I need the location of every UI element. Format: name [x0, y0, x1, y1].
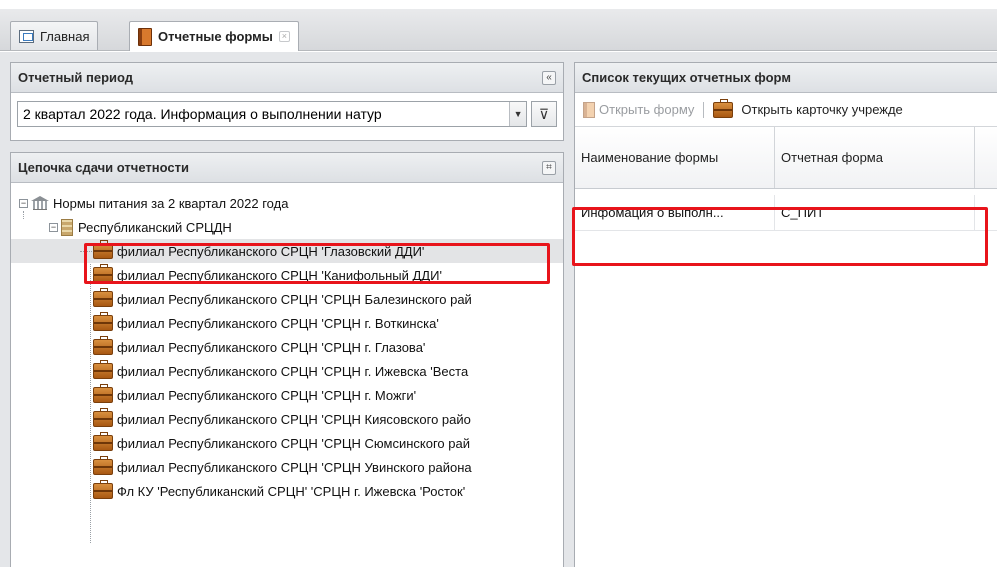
tree-item-label: филиал Республиканского СРЦН 'СРЦН Киясо…: [117, 411, 471, 427]
report-period-header: Отчетный период «: [11, 63, 563, 93]
tree-item-label: филиал Республиканского СРЦН 'Глазовский…: [117, 243, 425, 259]
report-period-title: Отчетный период: [18, 70, 134, 85]
reporting-chain-title: Цепочка сдачи отчетности: [18, 160, 189, 175]
tree-item[interactable]: филиал Республиканского СРЦН 'СРЦН Увинс…: [11, 455, 563, 479]
tab-home[interactable]: Главная: [10, 21, 99, 50]
cell-report-form: С_ПИТ: [775, 195, 975, 230]
tree-item[interactable]: филиал Республиканского СРЦН 'СРЦН г. Иж…: [11, 359, 563, 383]
tab-report-forms[interactable]: Отчетные формы ×: [129, 21, 299, 51]
open-institution-card-button[interactable]: Открыть карточку учрежде: [713, 98, 903, 118]
open-institution-card-label: Открыть карточку учрежде: [741, 102, 903, 117]
collapse-icon[interactable]: −: [49, 222, 58, 232]
briefcase-icon: [93, 288, 113, 307]
briefcase-icon: [93, 480, 113, 499]
institution-icon: [31, 196, 49, 210]
tree-item-label: филиал Республиканского СРЦН 'СРЦН г. Иж…: [117, 363, 469, 379]
collapse-icon[interactable]: −: [19, 198, 28, 208]
grid-header: Наименование формы Отчетная форма: [575, 127, 997, 189]
tree-node-root[interactable]: − Нормы питания за 2 квартал 2022 года: [11, 191, 563, 215]
briefcase-icon: [93, 312, 113, 331]
tree-item-label: филиал Республиканского СРЦН 'СРЦН г. Гл…: [117, 339, 426, 355]
tree-item[interactable]: филиал Республиканского СРЦН 'СРЦН г. Гл…: [11, 335, 563, 359]
book-icon: [583, 101, 595, 118]
home-icon: [19, 29, 34, 43]
book-icon: [138, 27, 152, 46]
toolbar-divider: [703, 101, 705, 118]
briefcase-icon: [93, 408, 113, 427]
column-header-form-name[interactable]: Наименование формы: [575, 127, 775, 188]
tree-item[interactable]: филиал Республиканского СРЦН 'Глазовский…: [11, 239, 563, 263]
cell-form-name: Инфомация о выполн...: [575, 195, 775, 230]
open-form-label: Открыть форму: [599, 102, 695, 117]
tree-item-label: филиал Республиканского СРЦН 'Канифольны…: [117, 267, 442, 283]
report-period-value: 2 квартал 2022 года. Информация о выполн…: [23, 106, 382, 122]
close-tab-icon[interactable]: ×: [278, 31, 290, 42]
filter-button[interactable]: ⊽: [531, 101, 557, 127]
reporting-tree: − Нормы питания за 2 квартал 2022 года −…: [11, 183, 563, 543]
reporting-chain-panel: Цепочка сдачи отчетности ⌗ − Нормы питан…: [10, 152, 564, 567]
briefcase-icon: [93, 336, 113, 355]
report-forms-list-panel: Список текущих отчетных форм Открыть фор…: [574, 62, 997, 567]
tab-bar: Главная Отчетные формы ×: [0, 9, 997, 51]
open-form-button[interactable]: Открыть форму: [583, 101, 695, 118]
tab-report-forms-label: Отчетные формы: [158, 29, 273, 44]
tree-item[interactable]: филиал Республиканского СРЦН 'СРЦН г. Во…: [11, 311, 563, 335]
tree-item-label: Фл КУ 'Республиканский СРЦН' 'СРЦН г. Иж…: [117, 483, 466, 499]
list-toolbar: Открыть форму Открыть карточку учрежде: [575, 93, 997, 127]
collapse-panel-button[interactable]: «: [542, 70, 556, 85]
report-period-panel: Отчетный период « 2 квартал 2022 года. И…: [10, 62, 564, 141]
briefcase-icon: [93, 240, 113, 259]
tree-node-org-label: Республиканский СРЦДН: [78, 219, 232, 235]
report-period-select[interactable]: 2 квартал 2022 года. Информация о выполн…: [17, 101, 528, 127]
briefcase-icon: [93, 456, 113, 475]
tree-item-label: филиал Республиканского СРЦН 'СРЦН г. Мо…: [117, 387, 417, 403]
tree-item-label: филиал Республиканского СРЦН 'СРЦН Сюмси…: [117, 435, 470, 451]
tree-item[interactable]: филиал Республиканского СРЦН 'СРЦН Балез…: [11, 287, 563, 311]
tree-item-label: филиал Республиканского СРЦН 'СРЦН г. Во…: [117, 315, 439, 331]
column-header-report-form[interactable]: Отчетная форма: [775, 127, 975, 188]
tab-home-label: Главная: [40, 28, 90, 44]
tree-item[interactable]: филиал Республиканского СРЦН 'СРЦН г. Мо…: [11, 383, 563, 407]
tree-item[interactable]: филиал Республиканского СРЦН 'СРЦН Сюмси…: [11, 431, 563, 455]
briefcase-icon: [93, 264, 113, 283]
tree-item[interactable]: филиал Республиканского СРЦН 'Канифольны…: [11, 263, 563, 287]
briefcase-icon: [93, 360, 113, 379]
briefcase-icon: [93, 384, 113, 403]
building-icon: [61, 218, 73, 236]
chevron-down-icon[interactable]: ▼: [509, 102, 527, 126]
tree-node-org[interactable]: − Республиканский СРЦДН: [11, 215, 563, 239]
report-forms-list-title: Список текущих отчетных форм: [582, 70, 791, 85]
briefcase-icon: [713, 98, 734, 118]
tree-item[interactable]: филиал Республиканского СРЦН 'СРЦН Киясо…: [11, 407, 563, 431]
briefcase-icon: [93, 432, 113, 451]
reporting-chain-header: Цепочка сдачи отчетности ⌗: [11, 153, 563, 183]
tree-item[interactable]: Фл КУ 'Республиканский СРЦН' 'СРЦН г. Иж…: [11, 479, 563, 503]
tree-node-root-label: Нормы питания за 2 квартал 2022 года: [53, 195, 289, 211]
report-forms-list-header: Список текущих отчетных форм: [575, 63, 997, 93]
tree-item-label: филиал Республиканского СРЦН 'СРЦН Увинс…: [117, 459, 472, 475]
binoculars-icon[interactable]: ⌗: [542, 160, 556, 175]
workspace: Отчетный период « 2 квартал 2022 года. И…: [0, 52, 997, 567]
table-row[interactable]: Инфомация о выполн... С_ПИТ: [575, 195, 997, 231]
tree-item-label: филиал Республиканского СРЦН 'СРЦН Балез…: [117, 291, 472, 307]
